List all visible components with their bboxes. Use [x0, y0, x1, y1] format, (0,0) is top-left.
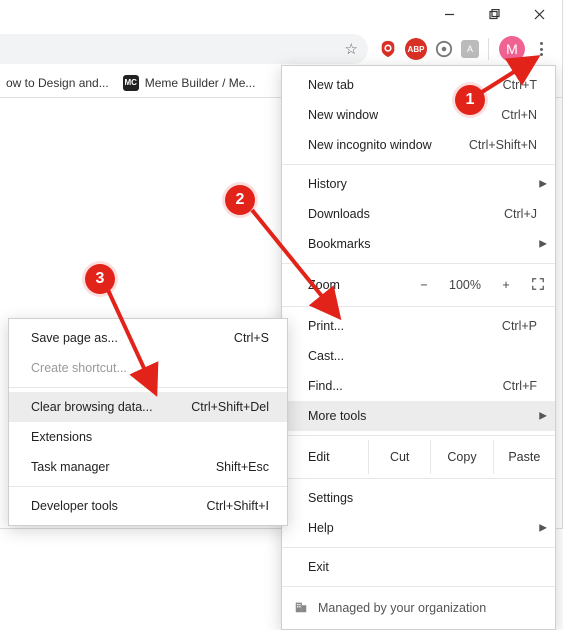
- browser-toolbar: ☆ ABP A M: [0, 32, 553, 66]
- menu-print[interactable]: Print... Ctrl+P: [282, 311, 555, 341]
- menu-find[interactable]: Find... Ctrl+F: [282, 371, 555, 401]
- chevron-right-icon: ▶: [539, 411, 547, 422]
- menu-separator: [282, 306, 555, 307]
- menu-new-tab[interactable]: New tab Ctrl+T: [282, 70, 555, 100]
- chrome-menu-button[interactable]: [529, 35, 553, 63]
- edit-cut-button[interactable]: Cut: [368, 440, 430, 474]
- menu-zoom-row: Zoom − 100% +: [282, 268, 555, 302]
- edit-paste-button[interactable]: Paste: [493, 440, 555, 474]
- address-bar[interactable]: ☆: [0, 34, 368, 64]
- step-badge-2: 2: [225, 185, 255, 215]
- extension-ublock-icon[interactable]: [377, 38, 399, 60]
- fullscreen-icon[interactable]: [531, 277, 545, 294]
- chevron-right-icon: ▶: [539, 239, 547, 250]
- extension-adblockplus-icon[interactable]: ABP: [405, 38, 427, 60]
- close-button[interactable]: [517, 0, 562, 28]
- toolbar-separator: [488, 38, 489, 60]
- edit-label: Edit: [308, 450, 368, 464]
- chevron-right-icon: ▶: [539, 179, 547, 190]
- submenu-clear-browsing-data[interactable]: Clear browsing data... Ctrl+Shift+Del: [9, 392, 287, 422]
- submenu-create-shortcut[interactable]: Create shortcut...: [9, 353, 287, 383]
- submenu-separator: [9, 387, 287, 388]
- bookmark-item[interactable]: MC Meme Builder / Me...: [123, 75, 256, 91]
- menu-separator: [282, 164, 555, 165]
- menu-history[interactable]: History ▶: [282, 169, 555, 199]
- bookmark-star-icon[interactable]: ☆: [345, 40, 358, 58]
- more-tools-submenu: Save page as... Ctrl+S Create shortcut..…: [8, 318, 288, 526]
- menu-separator: [282, 478, 555, 479]
- menu-separator: [282, 263, 555, 264]
- profile-avatar[interactable]: M: [499, 36, 525, 62]
- menu-more-tools[interactable]: More tools ▶: [282, 401, 555, 431]
- menu-bookmarks[interactable]: Bookmarks ▶: [282, 229, 555, 259]
- edit-copy-button[interactable]: Copy: [430, 440, 492, 474]
- managed-label: Managed by your organization: [318, 601, 486, 615]
- zoom-in-button[interactable]: +: [495, 278, 517, 292]
- zoom-label: Zoom: [308, 278, 413, 292]
- submenu-extensions[interactable]: Extensions: [9, 422, 287, 452]
- menu-separator: [282, 435, 555, 436]
- step-badge-3: 3: [85, 264, 115, 294]
- extension-generic-icon[interactable]: [433, 38, 455, 60]
- menu-managed-by-org[interactable]: Managed by your organization: [282, 591, 555, 625]
- chrome-main-menu: New tab Ctrl+T New window Ctrl+N New inc…: [281, 65, 556, 630]
- organization-icon: [294, 600, 308, 617]
- menu-separator: [282, 586, 555, 587]
- menu-exit[interactable]: Exit: [282, 552, 555, 582]
- zoom-out-button[interactable]: −: [413, 278, 435, 292]
- chevron-right-icon: ▶: [539, 523, 547, 534]
- menu-help[interactable]: Help ▶: [282, 513, 555, 543]
- bookmark-favicon: MC: [123, 75, 139, 91]
- menu-edit-row: Edit Cut Copy Paste: [282, 440, 555, 474]
- menu-new-window[interactable]: New window Ctrl+N: [282, 100, 555, 130]
- menu-downloads[interactable]: Downloads Ctrl+J: [282, 199, 555, 229]
- window-controls: [427, 0, 562, 28]
- submenu-save-page[interactable]: Save page as... Ctrl+S: [9, 323, 287, 353]
- step-badge-1: 1: [455, 85, 485, 115]
- maximize-button[interactable]: [472, 0, 517, 28]
- extension-awesome-icon[interactable]: A: [461, 40, 479, 58]
- minimize-button[interactable]: [427, 0, 472, 28]
- submenu-separator: [9, 486, 287, 487]
- bookmark-title: Meme Builder / Me...: [145, 76, 256, 90]
- bookmark-item[interactable]: ow to Design and...: [6, 76, 109, 90]
- menu-new-incognito[interactable]: New incognito window Ctrl+Shift+N: [282, 130, 555, 160]
- menu-settings[interactable]: Settings: [282, 483, 555, 513]
- bookmark-title: ow to Design and...: [6, 76, 109, 90]
- zoom-value: 100%: [449, 278, 481, 292]
- menu-separator: [282, 547, 555, 548]
- submenu-task-manager[interactable]: Task manager Shift+Esc: [9, 452, 287, 482]
- menu-cast[interactable]: Cast...: [282, 341, 555, 371]
- submenu-developer-tools[interactable]: Developer tools Ctrl+Shift+I: [9, 491, 287, 521]
